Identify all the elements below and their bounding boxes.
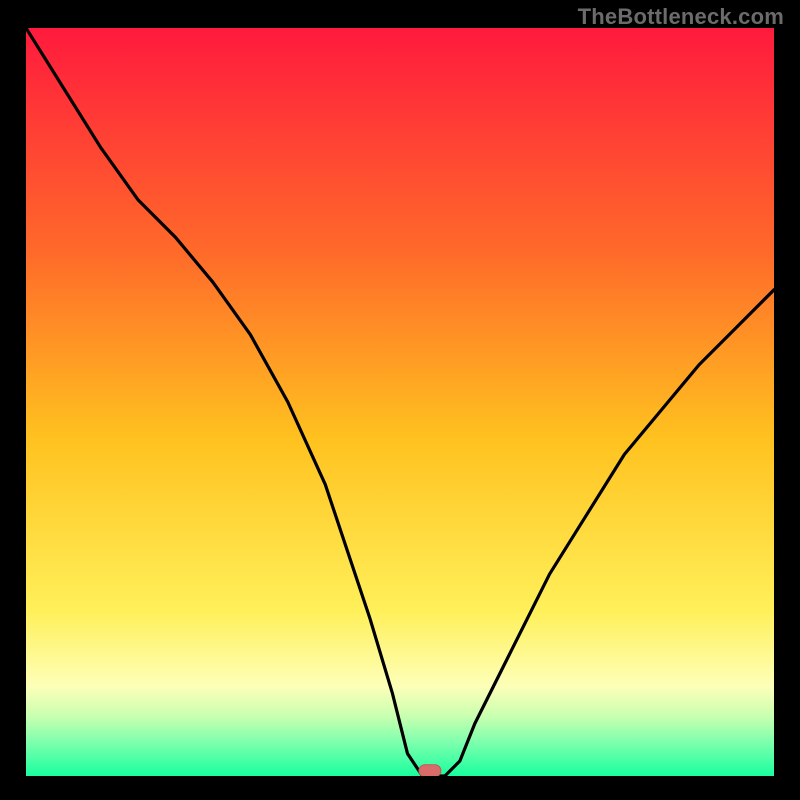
gradient-background [26, 28, 774, 776]
optimal-point-marker [419, 765, 441, 776]
watermark-text: TheBottleneck.com [578, 4, 784, 30]
chart-frame: TheBottleneck.com [0, 0, 800, 800]
bottleneck-chart [26, 28, 774, 776]
plot-area [26, 28, 774, 776]
